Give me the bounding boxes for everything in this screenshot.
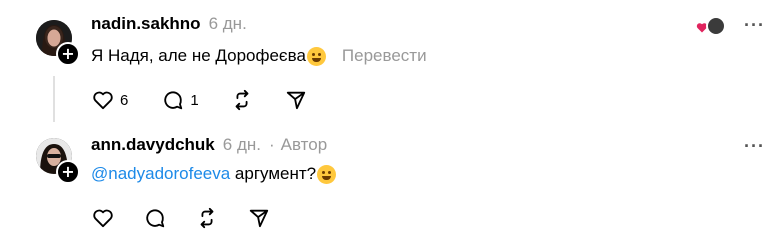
username[interactable]: ann.davydchuk — [91, 135, 215, 155]
reply-button[interactable]: 1 — [162, 88, 199, 112]
reply-count: 1 — [190, 91, 199, 109]
heart-icon — [93, 91, 113, 110]
more-options-button[interactable]: ··· — [744, 15, 765, 36]
repost-button[interactable] — [196, 206, 218, 230]
share-button[interactable] — [248, 206, 270, 230]
reply-button[interactable] — [144, 206, 166, 230]
follow-plus-icon[interactable]: + — [56, 160, 80, 184]
smiling-sweat-emoji-icon — [317, 164, 337, 184]
comment-bubble-icon — [164, 91, 183, 110]
action-bar — [92, 206, 290, 230]
heart-icon — [93, 209, 113, 228]
follow-plus-icon[interactable]: + — [56, 42, 80, 66]
comment-text-row: @nadyadorofeeva аргумент? — [91, 164, 337, 184]
repost-icon — [235, 89, 249, 111]
timestamp[interactable]: 6 дн. — [209, 14, 247, 34]
thread-connector-line — [53, 76, 55, 122]
repost-button[interactable] — [231, 88, 253, 112]
comment-header: nadin.sakhno 6 дн. — [91, 14, 247, 34]
send-icon — [249, 209, 269, 228]
like-button[interactable] — [92, 206, 114, 230]
comment-text: аргумент? — [230, 164, 317, 183]
share-button[interactable] — [285, 88, 307, 112]
comment-text: Я Надя, але не Дорофеєва — [91, 46, 306, 65]
separator-dot: · — [268, 135, 275, 154]
laughing-emoji-icon — [306, 46, 326, 66]
translate-link[interactable]: Перевести — [342, 46, 427, 66]
comment-text-row: Я Надя, але не Дорофеєва Перевести — [91, 46, 427, 66]
comment-header: ann.davydchuk 6 дн. · Автор — [91, 135, 327, 155]
repost-icon — [200, 207, 214, 229]
mention-link[interactable]: @nadyadorofeeva — [91, 164, 230, 184]
send-icon — [286, 91, 305, 110]
timestamp[interactable]: 6 дн. — [223, 135, 261, 155]
author-label: Автор — [280, 135, 328, 154]
like-button[interactable]: 6 — [92, 88, 128, 112]
username[interactable]: nadin.sakhno — [91, 14, 201, 34]
action-bar: 6 1 — [92, 88, 327, 112]
liked-by-author-indicator[interactable] — [696, 16, 726, 38]
more-options-button[interactable]: ··· — [744, 136, 765, 157]
like-count: 6 — [120, 91, 129, 109]
author-mini-avatar — [706, 16, 726, 36]
comment-bubble-icon — [146, 209, 165, 228]
